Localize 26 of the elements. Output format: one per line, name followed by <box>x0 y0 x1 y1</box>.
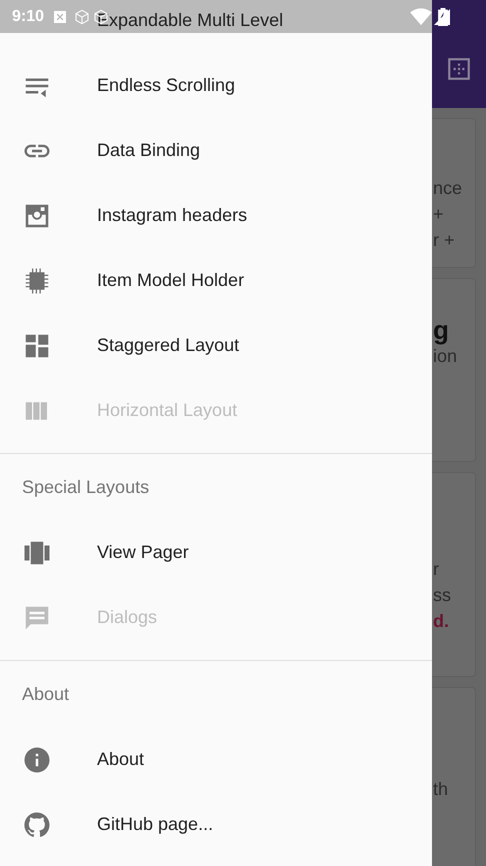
wifi-icon <box>410 8 432 26</box>
section-header: About <box>22 682 70 706</box>
drawer-item[interactable]: Item Model Holder <box>0 248 432 313</box>
close-icon <box>52 9 68 25</box>
card-text: ion <box>433 345 458 367</box>
card-text: + <box>433 203 445 225</box>
info-icon <box>22 744 52 774</box>
drawer-item[interactable]: Endless Scrolling <box>0 53 432 118</box>
drawer-item[interactable]: Instagram headers <box>0 183 432 248</box>
github-icon <box>22 810 52 840</box>
drawer-item[interactable]: Staggered Layout <box>0 313 432 378</box>
drawer-item[interactable]: Data Binding <box>0 118 432 183</box>
grid-icon[interactable] <box>446 56 472 82</box>
card-text: th <box>433 778 450 800</box>
section-header: Special Layouts <box>22 476 150 499</box>
card-text: ss <box>433 584 452 606</box>
card-text: d. <box>433 610 450 632</box>
cube-icon <box>74 9 90 25</box>
drawer-item[interactable]: View Pager <box>0 520 432 585</box>
card-text: nce <box>433 177 464 199</box>
drawer-item[interactable]: About <box>0 727 432 792</box>
drawer-item[interactable]: GitHub page... <box>0 792 432 857</box>
card-text: r + <box>433 229 456 251</box>
card-text: r <box>433 558 440 580</box>
status-time: 9:10 <box>12 7 44 27</box>
drawer-item[interactable]: Expandable Multi Level <box>97 7 284 34</box>
